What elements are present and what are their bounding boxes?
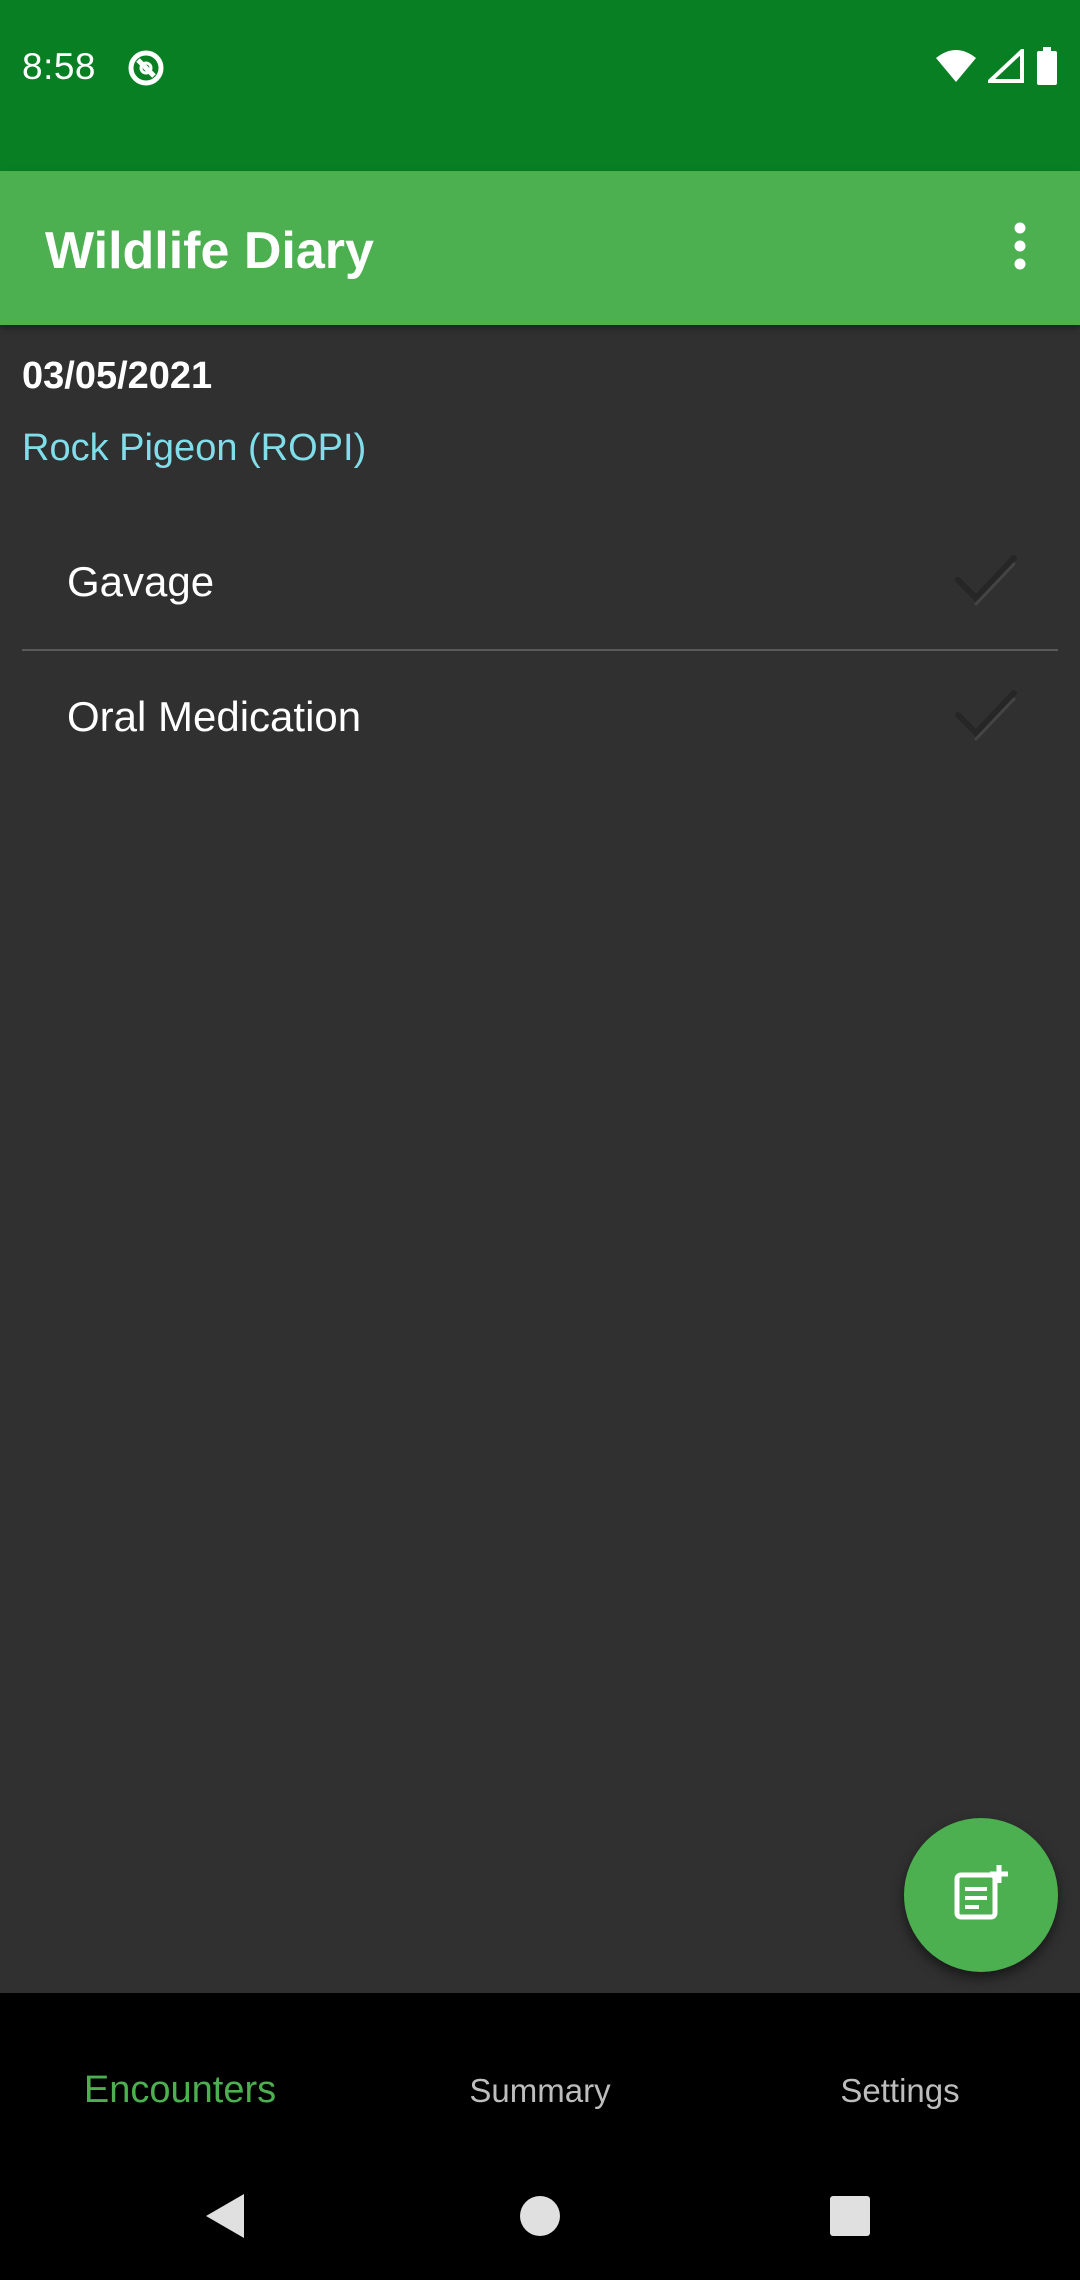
tab-settings[interactable]: Settings	[720, 1993, 1080, 2158]
system-navigation-bar	[0, 2158, 1080, 2280]
back-icon	[204, 2192, 248, 2245]
recents-icon	[829, 2195, 871, 2242]
bottom-navigation: Encounters Summary Settings	[0, 1993, 1080, 2158]
home-button[interactable]	[510, 2188, 570, 2248]
home-icon	[518, 2194, 562, 2243]
status-icons	[936, 45, 1058, 90]
status-bar: 8:58	[0, 0, 1080, 171]
treatment-row-oral-medication[interactable]: Oral Medication	[22, 649, 1058, 783]
encounter-content: 03/05/2021 Rock Pigeon (ROPI) Gavage Ora…	[0, 325, 1080, 1993]
screen: 8:58 Wildlife Diary 03/05/2021 Rock Pige…	[0, 0, 1080, 2280]
treatment-label: Gavage	[67, 558, 215, 605]
status-time: 8:58	[22, 46, 97, 87]
more-vert-icon	[1013, 222, 1027, 275]
check-icon[interactable]	[954, 554, 1018, 610]
treatment-label: Oral Medication	[67, 693, 362, 740]
overflow-menu-button[interactable]	[980, 208, 1060, 288]
tab-summary[interactable]: Summary	[360, 1993, 720, 2158]
treatment-row-gavage[interactable]: Gavage	[22, 515, 1058, 649]
encounter-date: 03/05/2021	[22, 355, 213, 397]
recents-button[interactable]	[820, 2188, 880, 2248]
signal-icon	[984, 45, 1024, 88]
add-note-icon	[951, 1863, 1011, 1928]
app-title: Wildlife Diary	[45, 222, 374, 280]
tab-label: Encounters	[83, 2069, 277, 2111]
wifi-icon	[936, 49, 976, 87]
tab-encounters[interactable]: Encounters	[0, 1993, 360, 2158]
back-button[interactable]	[196, 2188, 256, 2248]
add-encounter-fab[interactable]	[904, 1818, 1058, 1972]
tab-label: Summary	[469, 2071, 611, 2109]
check-icon[interactable]	[954, 689, 1018, 745]
battery-icon	[1036, 46, 1058, 90]
app-notification-icon	[126, 48, 166, 88]
treatment-list: Gavage Oral Medication	[22, 515, 1058, 783]
app-bar: Wildlife Diary	[0, 171, 1080, 325]
tab-label: Settings	[840, 2071, 960, 2109]
species-link[interactable]: Rock Pigeon (ROPI)	[22, 427, 366, 470]
